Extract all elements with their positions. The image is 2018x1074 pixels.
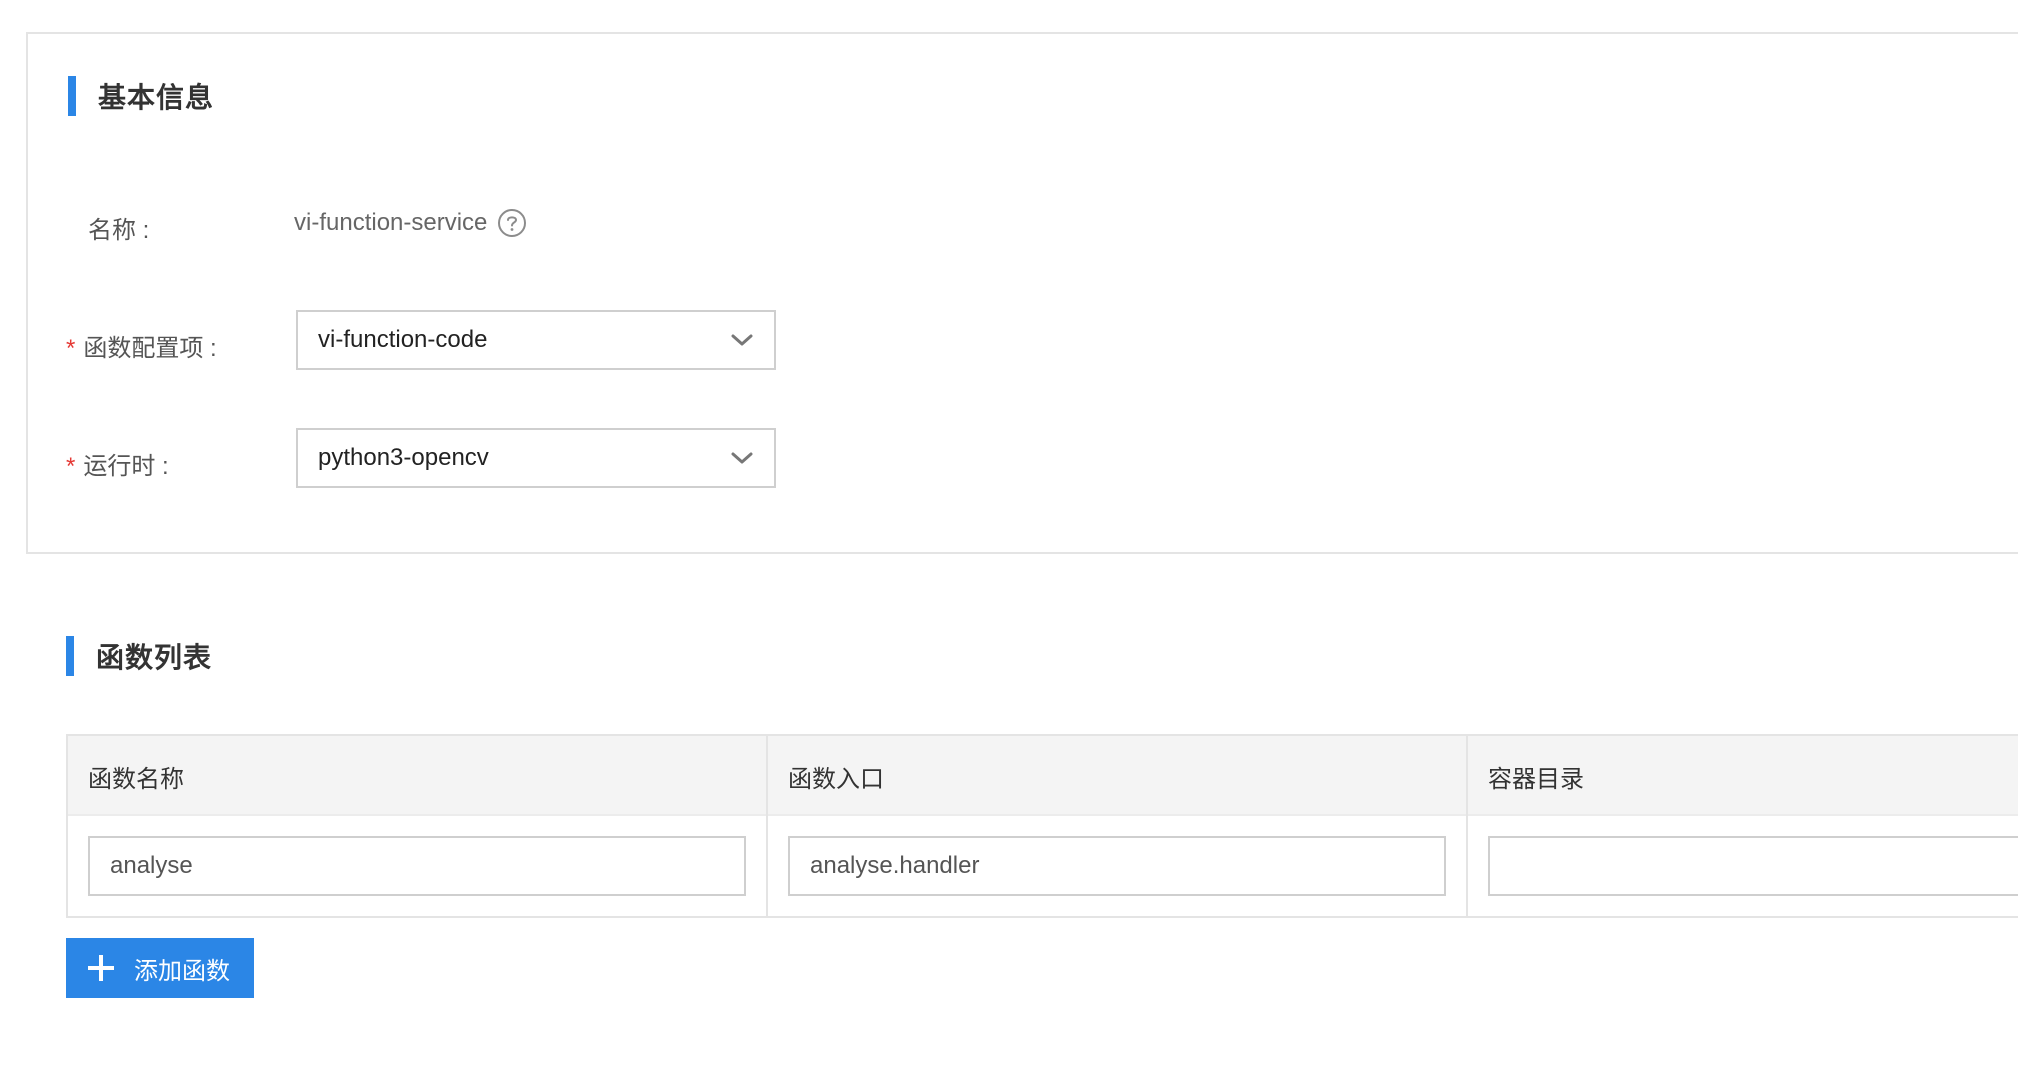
section-accent-bar xyxy=(66,636,74,676)
section-title: 函数列表 xyxy=(96,642,213,673)
function-table: 函数名称 函数入口 容器目录 xyxy=(66,734,2018,918)
basic-info-header: 基本信息 xyxy=(68,76,214,116)
column-header-function-entry: 函数入口 xyxy=(788,765,884,793)
function-list-header: 函数列表 xyxy=(66,636,212,676)
name-value: vi-function-service xyxy=(294,209,488,236)
chevron-down-icon xyxy=(730,450,754,466)
runtime-select-value: python3-opencv xyxy=(318,444,489,471)
chevron-down-icon xyxy=(730,332,754,348)
runtime-label-group: * 运行时 : xyxy=(66,446,169,481)
function-entry-input[interactable] xyxy=(788,836,1446,896)
config-label: 函数配置项 : xyxy=(83,335,217,362)
section-title: 基本信息 xyxy=(98,82,215,113)
name-value-group: vi-function-service xyxy=(294,208,527,238)
function-name-input[interactable] xyxy=(88,836,746,896)
required-mark: * xyxy=(66,453,76,480)
required-mark: * xyxy=(66,335,76,362)
config-select-value: vi-function-code xyxy=(318,326,488,353)
config-select[interactable]: vi-function-code xyxy=(296,310,776,370)
config-label-group: * 函数配置项 : xyxy=(66,328,217,363)
name-label: 名称 : xyxy=(88,217,150,244)
add-function-button[interactable]: 添加函数 xyxy=(66,938,254,998)
plus-icon xyxy=(86,953,116,983)
column-header-container-dir: 容器目录 xyxy=(1488,765,1584,793)
section-accent-bar xyxy=(68,76,76,116)
container-dir-input[interactable] xyxy=(1488,836,2018,896)
column-divider xyxy=(766,736,768,916)
runtime-select[interactable]: python3-opencv xyxy=(296,428,776,488)
column-divider xyxy=(1466,736,1468,916)
question-circle-icon[interactable] xyxy=(497,208,527,238)
column-header-function-name: 函数名称 xyxy=(88,765,184,793)
add-function-label: 添加函数 xyxy=(134,957,230,985)
runtime-label: 运行时 : xyxy=(83,453,169,480)
basic-info-panel: 基本信息 名称 : vi-function-service * 函数配置项 : v… xyxy=(26,32,2018,554)
